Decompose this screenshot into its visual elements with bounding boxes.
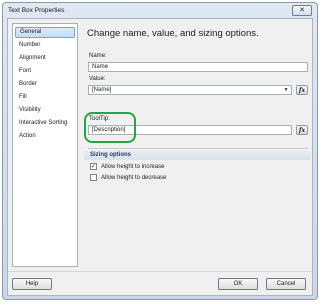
check-icon: ✓ <box>90 163 97 170</box>
section-divider <box>88 148 308 149</box>
window-title: Text Box Properties <box>8 7 65 14</box>
category-list: General Number Alignment Font Border Fil… <box>12 23 78 267</box>
sidebar-item-label: General <box>20 29 42 35</box>
sidebar-item-label: Font <box>19 68 32 74</box>
allow-decrease-label: Allow height to decrease <box>101 174 167 181</box>
sidebar-item-action[interactable]: Action <box>15 131 75 142</box>
sidebar-item-label: Number <box>19 42 41 48</box>
value-text: [Name] <box>92 87 112 93</box>
function-icon: fx <box>298 86 306 94</box>
footer-divider <box>8 271 312 272</box>
dialog-client-area: General Number Alignment Font Border Fil… <box>7 18 313 296</box>
close-icon: ✕ <box>299 7 305 14</box>
sidebar-item-label: Interactive Sorting <box>19 120 68 126</box>
tooltip-input[interactable]: [Description] <box>88 125 292 135</box>
function-icon: fx <box>298 126 306 134</box>
allow-increase-label: Allow height to increase <box>101 163 165 170</box>
sidebar-item-font[interactable]: Font <box>15 66 75 77</box>
sidebar-item-border[interactable]: Border <box>15 79 75 90</box>
chevron-down-icon[interactable]: ▼ <box>282 86 290 94</box>
sidebar-item-number[interactable]: Number <box>15 40 75 51</box>
text-box-properties-dialog: Text Box Properties ✕ General Number Ali… <box>2 2 318 300</box>
cancel-button[interactable]: Cancel <box>266 278 306 290</box>
allow-increase-row[interactable]: ✓ Allow height to increase <box>90 162 164 171</box>
page-heading: Change name, value, and sizing options. <box>87 28 259 39</box>
sidebar-item-fill[interactable]: Fill <box>15 92 75 103</box>
sidebar-item-interactive-sorting[interactable]: Interactive Sorting <box>15 118 75 129</box>
name-input[interactable]: Name <box>88 62 308 72</box>
sizing-options-title: Sizing options <box>90 152 131 158</box>
sidebar-item-general[interactable]: General <box>15 27 75 38</box>
sidebar-item-label: Action <box>19 133 36 139</box>
sizing-options-header: Sizing options <box>84 151 310 160</box>
general-page: Change name, value, and sizing options. … <box>84 19 310 269</box>
help-button[interactable]: Help <box>12 278 52 290</box>
sidebar-item-label: Visibility <box>19 107 41 113</box>
sidebar-item-label: Fill <box>19 94 27 100</box>
ok-button[interactable]: OK <box>218 278 258 290</box>
title-bar[interactable]: Text Box Properties ✕ <box>3 3 317 18</box>
close-button[interactable]: ✕ <box>292 5 312 16</box>
tooltip-expression-button[interactable]: fx <box>296 125 308 135</box>
sidebar-item-label: Alignment <box>19 55 46 61</box>
allow-decrease-row[interactable]: Allow height to decrease <box>90 173 166 182</box>
value-combobox[interactable]: [Name] ▼ <box>88 85 292 95</box>
sidebar-item-alignment[interactable]: Alignment <box>15 53 75 64</box>
tooltip-label: ToolTip: <box>89 116 110 122</box>
allow-increase-checkbox[interactable]: ✓ <box>90 163 97 170</box>
sidebar-item-label: Border <box>19 81 38 87</box>
sidebar-item-visibility[interactable]: Visibility <box>15 105 75 116</box>
allow-decrease-checkbox[interactable] <box>90 174 97 181</box>
value-expression-button[interactable]: fx <box>296 85 308 95</box>
value-label: Value: <box>89 76 106 82</box>
name-label: Name: <box>89 53 107 59</box>
